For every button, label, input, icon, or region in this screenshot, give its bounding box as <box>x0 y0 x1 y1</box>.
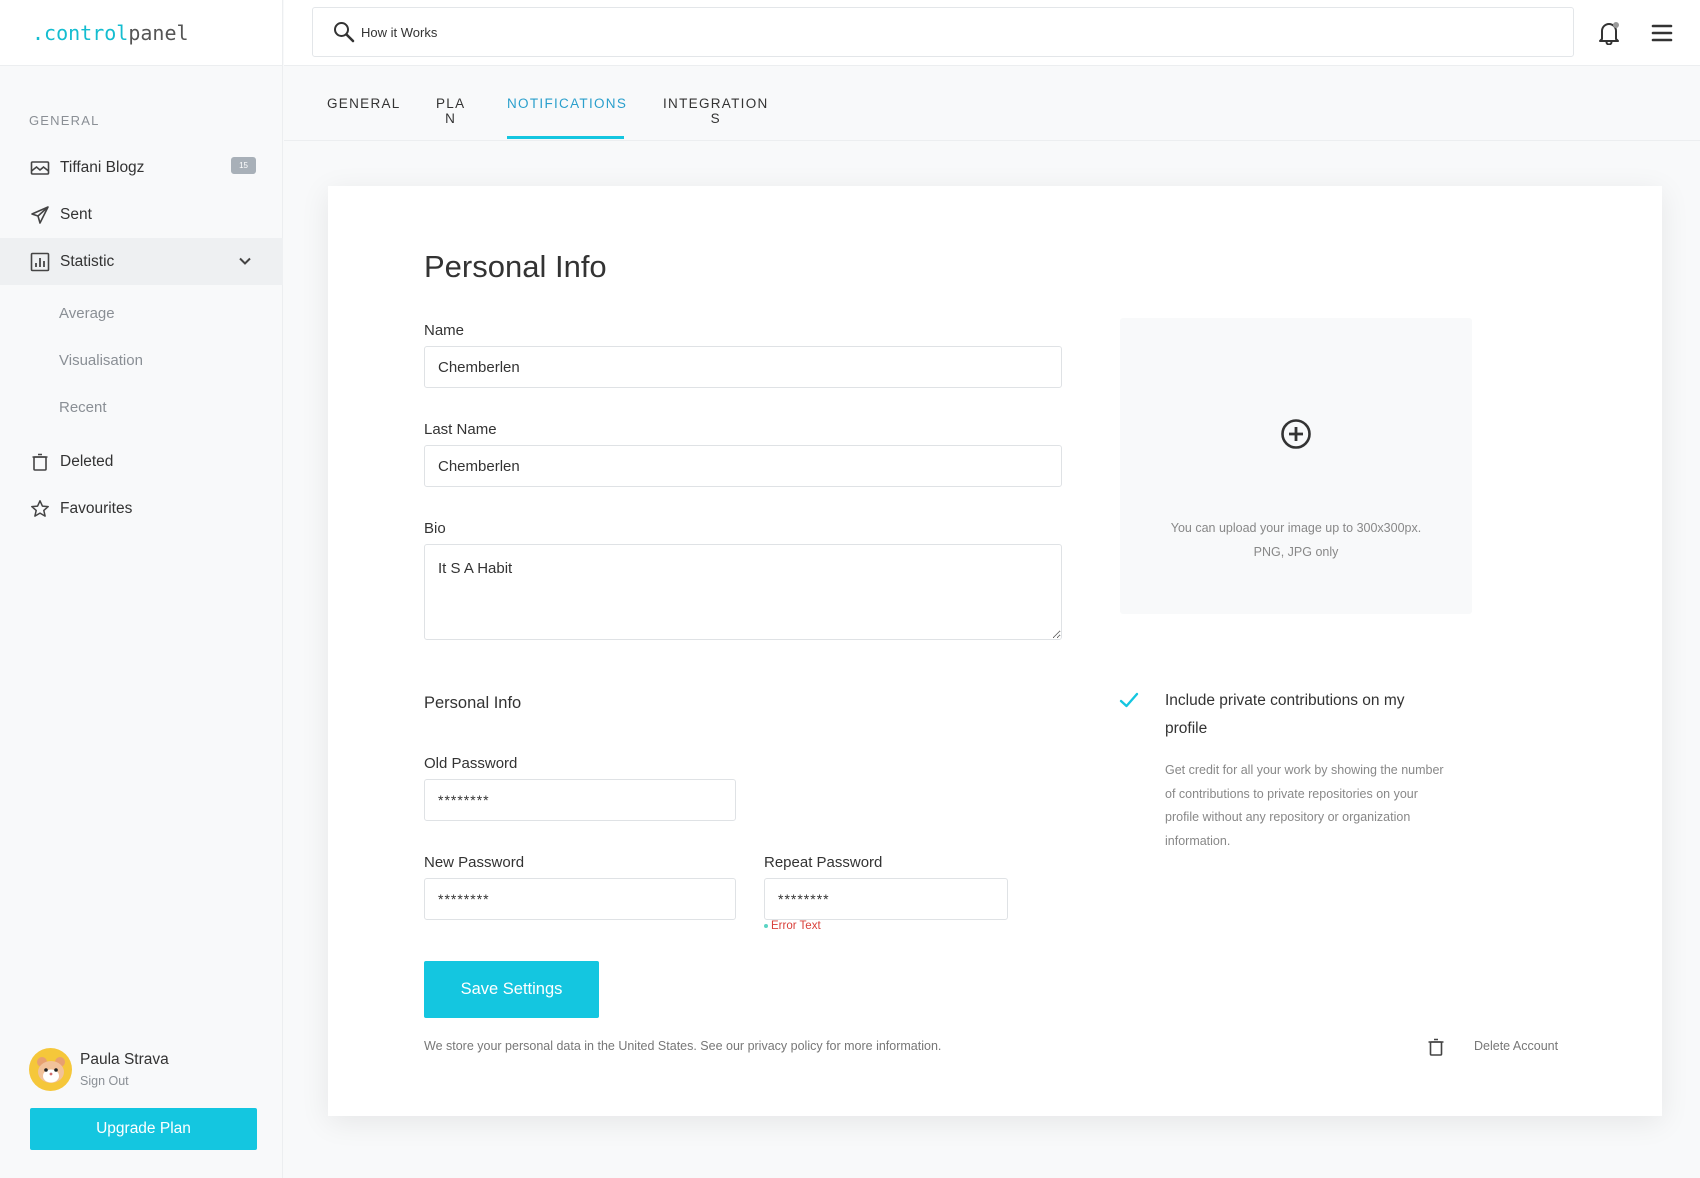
user-profile: Paula Strava Sign Out <box>29 1048 169 1091</box>
search-input[interactable] <box>361 24 1261 40</box>
hamster-icon <box>36 1056 65 1083</box>
sidebar-item-tiffani-blogz[interactable]: Tiffani Blogz 15 <box>0 144 283 191</box>
sidebar-subitem-visualisation[interactable]: Visualisation <box>59 352 143 369</box>
sidebar-item-label: Statistic <box>60 252 115 270</box>
tab-plan[interactable]: PLA N <box>436 96 465 126</box>
repeat-password-field[interactable] <box>764 878 1008 920</box>
sidebar-item-label: Sent <box>60 205 92 223</box>
tab-notifications[interactable]: NOTIFICATIONS <box>507 96 627 111</box>
old-password-field[interactable] <box>424 779 736 821</box>
private-contributions-label[interactable]: Include private contributions on my prof… <box>1165 687 1445 743</box>
chevron-down-icon[interactable] <box>237 253 253 269</box>
tabs-divider <box>284 140 1700 141</box>
last-name-field[interactable] <box>424 445 1062 487</box>
name-field[interactable] <box>424 346 1062 388</box>
active-tab-indicator <box>507 136 624 139</box>
search-icon <box>333 21 355 43</box>
delete-account-button[interactable]: Delete Account <box>1474 1039 1558 1053</box>
sidebar-item-label: Tiffani Blogz <box>60 158 145 176</box>
upgrade-plan-button[interactable]: Upgrade Plan <box>30 1108 257 1150</box>
inbox-icon <box>30 158 50 178</box>
privacy-note: We store your personal data in the Unite… <box>424 1039 942 1053</box>
hamburger-menu-icon[interactable] <box>1651 23 1673 43</box>
add-circle-icon[interactable] <box>1280 418 1312 450</box>
search-bar[interactable] <box>312 7 1574 57</box>
settings-card: Personal Info Name Last Name Bio It S A … <box>328 186 1662 1116</box>
private-contributions-description: Get credit for all your work by showing … <box>1165 763 1444 848</box>
new-password-label: New Password <box>424 854 525 871</box>
bio-label: Bio <box>424 520 446 537</box>
sidebar-item-deleted[interactable]: Deleted <box>0 438 283 485</box>
error-dot <box>764 924 768 928</box>
new-password-field[interactable] <box>424 878 736 920</box>
top-bar <box>284 0 1700 66</box>
tab-general[interactable]: GENERAL <box>327 96 401 111</box>
name-label: Name <box>424 322 465 339</box>
error-message: Error Text <box>764 920 821 932</box>
sidebar-item-favourites[interactable]: Favourites <box>0 485 283 532</box>
sidebar-section-general: GENERAL <box>29 113 100 128</box>
trash-icon <box>30 452 50 472</box>
sidebar-item-statistic[interactable]: Statistic <box>0 238 283 285</box>
image-upload-area[interactable]: You can upload your image up to 300x300p… <box>1120 318 1472 614</box>
page-title: Personal Info <box>424 249 607 284</box>
tab-integrations[interactable]: INTEGRATION S <box>663 96 769 126</box>
save-settings-button[interactable]: Save Settings <box>424 961 599 1018</box>
count-badge: 15 <box>231 157 256 174</box>
bar-chart-icon <box>30 252 50 272</box>
repeat-password-label: Repeat Password <box>764 854 883 871</box>
sidebar: . control panel GENERAL Tiffani Blogz 15 S… <box>0 0 283 1178</box>
sidebar-item-label: Deleted <box>60 452 114 470</box>
bell-icon[interactable] <box>1598 21 1620 45</box>
star-icon <box>30 499 50 519</box>
sign-out-link[interactable]: Sign Out <box>80 1074 169 1088</box>
last-name-label: Last Name <box>424 421 497 438</box>
old-password-label: Old Password <box>424 755 518 772</box>
logo[interactable]: . control panel <box>0 0 282 66</box>
sidebar-item-label: Favourites <box>60 499 133 517</box>
sidebar-item-sent[interactable]: Sent <box>0 191 283 238</box>
avatar[interactable] <box>29 1048 72 1091</box>
checkmark-icon[interactable] <box>1118 691 1140 711</box>
sidebar-subitem-recent[interactable]: Recent <box>59 399 107 416</box>
bio-field[interactable]: It S A Habit <box>424 544 1062 640</box>
upload-hint: You can upload your image up to 300x300p… <box>1170 521 1422 559</box>
user-name: Paula Strava <box>80 1051 169 1068</box>
sidebar-subitem-average[interactable]: Average <box>59 305 115 322</box>
section-title: Personal Info <box>424 694 522 712</box>
trash-icon[interactable] <box>1427 1037 1445 1057</box>
paper-plane-icon <box>30 205 50 225</box>
